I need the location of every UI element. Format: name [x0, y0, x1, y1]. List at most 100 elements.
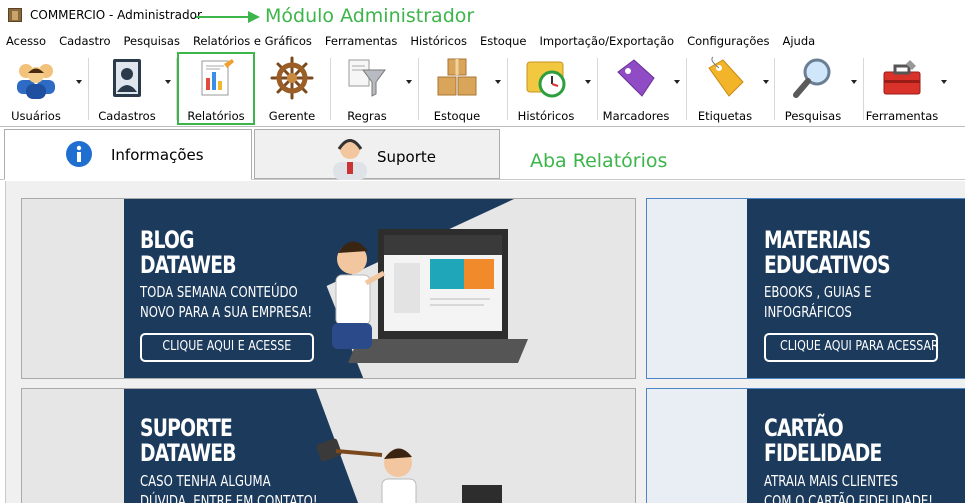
menu-bar: Acesso Cadastro Pesquisas Relatórios e G… — [0, 32, 965, 50]
toolbox-icon — [880, 56, 924, 100]
blog-title-line2: DATAWEB — [140, 251, 237, 279]
materiais-subtitle-line1: EBOOKS , GUIAS E — [764, 283, 872, 301]
boxes-icon — [435, 56, 479, 100]
estoque-button[interactable]: Estoque — [422, 52, 492, 124]
tab-suporte-label: Suporte — [377, 148, 437, 166]
tab-informacoes-label: Informações — [111, 146, 204, 164]
users-icon — [14, 56, 58, 100]
history-clock-icon — [524, 56, 568, 100]
materiais-title-line1: MATERIAIS — [764, 226, 871, 254]
pesquisas-button[interactable]: Pesquisas — [778, 52, 848, 124]
materiais-subtitle-line2: INFOGRÁFICOS — [764, 303, 852, 321]
ferramentas-dropdown-icon[interactable] — [941, 80, 947, 84]
suporte-banner[interactable]: SUPORTE DATAWEB CASO TENHA ALGUMA DÚVIDA… — [21, 388, 636, 503]
tag-purple-icon — [614, 56, 658, 100]
cadastros-button[interactable]: Cadastros — [92, 52, 162, 124]
app-window: COMMERCIO - Administrador Módulo Adminis… — [0, 0, 965, 503]
usuarios-button[interactable]: Usuários — [4, 52, 68, 124]
magnifier-icon — [791, 56, 835, 100]
regras-label: Regras — [347, 109, 387, 123]
toolbar-separator — [418, 58, 419, 120]
toolbar-separator — [774, 58, 775, 120]
cartao-subtitle-line2: COM O CARTÃO FIDELIDADE! — [764, 492, 933, 503]
menu-pesquisas[interactable]: Pesquisas — [124, 32, 180, 50]
informacoes-panel: BLOG DATAWEB TODA SEMANA CONTEÚDO NOVO P… — [5, 181, 965, 503]
laptop-mascot-illustration — [332, 229, 528, 363]
suporte-subtitle-line1: CASO TENHA ALGUMA — [140, 472, 271, 490]
menu-ferramentas[interactable]: Ferramentas — [325, 32, 397, 50]
app-book-icon — [8, 8, 22, 22]
regras-dropdown-icon[interactable] — [406, 80, 412, 84]
etiquetas-dropdown-icon[interactable] — [763, 80, 769, 84]
pesquisas-label: Pesquisas — [784, 109, 842, 123]
menu-cadastro[interactable]: Cadastro — [59, 32, 110, 50]
menu-ajuda[interactable]: Ajuda — [782, 32, 815, 50]
estoque-label: Estoque — [433, 109, 481, 123]
annotation-tab: Aba Relatórios — [530, 150, 668, 172]
suporte-title-line1: SUPORTE — [140, 414, 233, 442]
etiquetas-button[interactable]: Etiquetas — [690, 52, 760, 124]
materiais-cta-button[interactable]: CLIQUE AQUI PARA ACESSAR — [764, 333, 939, 362]
marcadores-dropdown-icon[interactable] — [674, 80, 680, 84]
pesquisas-dropdown-icon[interactable] — [851, 80, 857, 84]
contact-card-icon — [105, 56, 149, 100]
blog-banner[interactable]: BLOG DATAWEB TODA SEMANA CONTEÚDO NOVO P… — [21, 198, 636, 379]
toolbar-separator — [597, 58, 598, 120]
toolbar-separator — [686, 58, 687, 120]
blog-cta-button[interactable]: CLIQUE AQUI E ACESSE — [140, 333, 314, 362]
window-title: COMMERCIO - Administrador — [30, 8, 202, 22]
marcadores-label: Marcadores — [602, 109, 670, 123]
cadastros-label: Cadastros — [98, 109, 156, 123]
toolbar-separator — [330, 58, 331, 120]
cartao-title-line1: CARTÃO — [764, 414, 844, 442]
gerente-button[interactable]: Gerente — [258, 52, 326, 124]
historicos-button[interactable]: Históricos — [511, 52, 581, 124]
cartao-banner[interactable]: CARTÃO FIDELIDADE ATRAIA MAIS CLIENTES C… — [646, 388, 965, 503]
blog-cta-label: CLIQUE AQUI E ACESSE — [162, 339, 292, 354]
gerente-label: Gerente — [268, 109, 316, 123]
toolbar-separator — [88, 58, 89, 120]
tag-yellow-icon — [703, 56, 747, 100]
suporte-title-line2: DATAWEB — [140, 439, 237, 467]
etiquetas-label: Etiquetas — [697, 109, 753, 123]
menu-importacao-exportacao[interactable]: Importação/Exportação — [540, 32, 675, 50]
regras-button[interactable]: Regras — [334, 52, 400, 124]
ferramentas-label: Ferramentas — [865, 109, 939, 123]
historicos-label: Históricos — [517, 109, 575, 123]
tab-informacoes[interactable]: Informações — [4, 129, 252, 180]
toolbar: Usuários Cadastros Relatórios Gerente Re… — [0, 50, 965, 127]
menu-relatorios-graficos[interactable]: Relatórios e Gráficos — [193, 32, 312, 50]
info-icon — [66, 141, 92, 167]
marcadores-button[interactable]: Marcadores — [600, 52, 672, 124]
tab-suporte[interactable]: Suporte — [254, 129, 500, 180]
blog-title-line1: BLOG — [140, 226, 194, 254]
tab-bar: Informações Suporte — [0, 127, 965, 180]
materiais-cta-label: CLIQUE AQUI PARA ACESSAR — [780, 339, 939, 354]
ferramentas-button[interactable]: Ferramentas — [866, 52, 938, 124]
usuarios-dropdown-icon[interactable] — [76, 80, 82, 84]
materiais-banner[interactable]: MATERIAIS EDUCATIVOS EBOOKS , GUIAS E IN… — [646, 198, 965, 379]
blog-subtitle-line1: TODA SEMANA CONTEÚDO — [140, 283, 298, 301]
menu-configuracoes[interactable]: Configurações — [687, 32, 769, 50]
ship-wheel-icon — [270, 56, 314, 100]
menu-historicos[interactable]: Históricos — [410, 32, 467, 50]
toolbar-separator — [863, 58, 864, 120]
suporte-subtitle-line2: DÚVIDA, ENTRE EM CONTATO! — [140, 492, 318, 503]
annotation-module: Módulo Administrador — [265, 5, 475, 27]
usuarios-label: Usuários — [11, 109, 61, 123]
blog-subtitle-line2: NOVO PARA A SUA EMPRESA! — [140, 303, 313, 321]
filter-funnel-icon — [345, 56, 389, 100]
cartao-subtitle-line1: ATRAIA MAIS CLIENTES — [764, 472, 899, 490]
support-agent-icon — [333, 139, 367, 180]
relatorios-highlight-box — [177, 52, 255, 125]
cadastros-dropdown-icon[interactable] — [165, 80, 171, 84]
cartao-title-line2: FIDELIDADE — [764, 439, 882, 467]
support-mascot-illustration — [316, 438, 502, 503]
historicos-dropdown-icon[interactable] — [585, 80, 591, 84]
title-bar: COMMERCIO - Administrador — [0, 0, 965, 32]
materiais-title-line2: EDUCATIVOS — [764, 251, 891, 279]
menu-estoque[interactable]: Estoque — [480, 32, 526, 50]
toolbar-separator — [507, 58, 508, 120]
menu-acesso[interactable]: Acesso — [6, 32, 46, 50]
estoque-dropdown-icon[interactable] — [495, 80, 501, 84]
